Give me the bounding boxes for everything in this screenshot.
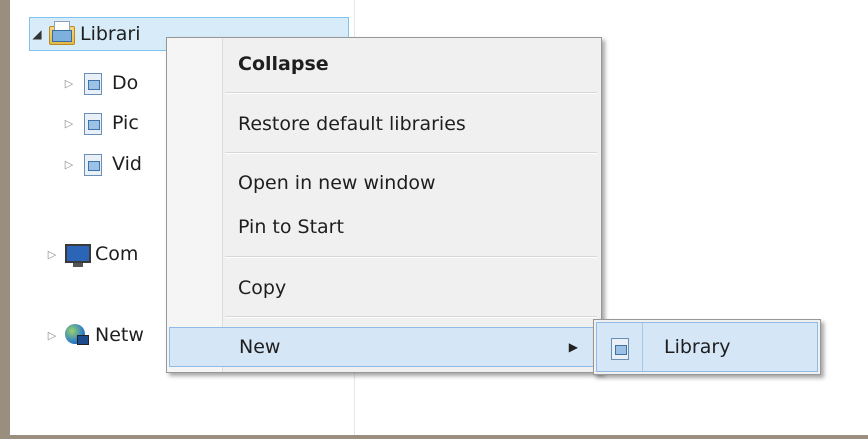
menu-item-open-in-new-window-label: Open in new window bbox=[238, 172, 436, 194]
menu-item-new-label: New bbox=[239, 336, 281, 358]
submenu-item-library[interactable]: Library bbox=[596, 322, 818, 372]
nav-item-videos[interactable]: ▷ Vid bbox=[62, 147, 142, 181]
submenu-gutter-line bbox=[642, 323, 643, 371]
context-menu-gutter bbox=[167, 38, 223, 372]
network-icon bbox=[63, 323, 89, 347]
nav-item-network-label: Netw bbox=[95, 324, 144, 346]
menu-item-pin-to-start[interactable]: Pin to Start bbox=[169, 210, 599, 244]
videos-library-icon bbox=[80, 152, 106, 176]
nav-item-computer[interactable]: ▷ Com bbox=[45, 237, 138, 271]
library-icon bbox=[607, 336, 631, 360]
new-submenu: Library bbox=[593, 319, 821, 375]
nav-item-documents[interactable]: ▷ Do bbox=[62, 66, 138, 100]
submenu-item-library-label: Library bbox=[664, 336, 731, 358]
expand-closed-icon[interactable]: ▷ bbox=[62, 158, 76, 171]
nav-item-libraries-label: Librari bbox=[80, 23, 141, 45]
menu-item-collapse-label: Collapse bbox=[238, 53, 329, 75]
menu-item-restore-default-libraries-label: Restore default libraries bbox=[238, 113, 466, 135]
nav-item-pictures[interactable]: ▷ Pic bbox=[62, 106, 139, 140]
menu-item-copy-label: Copy bbox=[238, 277, 287, 299]
nav-item-videos-label: Vid bbox=[112, 153, 142, 175]
menu-separator bbox=[225, 256, 597, 258]
expand-closed-icon[interactable]: ▷ bbox=[45, 248, 59, 261]
menu-item-open-in-new-window[interactable]: Open in new window bbox=[169, 166, 599, 200]
menu-item-copy[interactable]: Copy bbox=[169, 271, 599, 305]
expand-closed-icon[interactable]: ▷ bbox=[62, 117, 76, 130]
submenu-arrow-icon: ▶ bbox=[568, 340, 578, 354]
libraries-folder-icon bbox=[48, 21, 75, 46]
expand-closed-icon[interactable]: ▷ bbox=[62, 77, 76, 90]
window-frame-bottom bbox=[0, 435, 868, 439]
context-menu: Collapse Restore default libraries Open … bbox=[166, 37, 602, 373]
nav-item-computer-label: Com bbox=[95, 243, 139, 265]
menu-separator bbox=[225, 92, 597, 94]
nav-item-network[interactable]: ▷ Netw bbox=[45, 318, 144, 352]
documents-library-icon bbox=[80, 71, 106, 95]
menu-item-collapse[interactable]: Collapse bbox=[169, 47, 599, 81]
menu-separator bbox=[225, 316, 597, 318]
expand-open-icon[interactable]: ◢ bbox=[30, 27, 44, 41]
menu-item-pin-to-start-label: Pin to Start bbox=[238, 216, 344, 238]
nav-item-pictures-label: Pic bbox=[112, 112, 139, 134]
nav-item-documents-label: Do bbox=[112, 72, 139, 94]
menu-separator bbox=[225, 152, 597, 154]
pictures-library-icon bbox=[80, 111, 106, 135]
expand-closed-icon[interactable]: ▷ bbox=[45, 329, 59, 342]
computer-icon bbox=[63, 242, 91, 267]
menu-item-restore-default-libraries[interactable]: Restore default libraries bbox=[169, 107, 599, 141]
menu-item-new[interactable]: New ▶ bbox=[169, 327, 599, 367]
window-frame-left bbox=[0, 0, 10, 439]
